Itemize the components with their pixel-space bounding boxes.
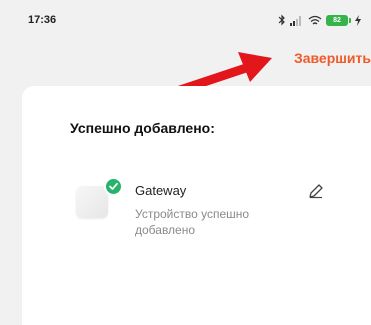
status-bar: 17:36 82 bbox=[0, 0, 371, 40]
battery-level: 82 bbox=[333, 16, 341, 24]
status-icons: 82 bbox=[278, 12, 361, 28]
wifi-icon bbox=[308, 15, 322, 26]
device-status: Устройство успешно добавлено bbox=[135, 207, 250, 237]
charging-icon bbox=[355, 14, 361, 26]
status-time: 17:36 bbox=[28, 14, 57, 26]
device-name: Gateway bbox=[135, 183, 187, 198]
card-title: Успешно добавлено: bbox=[70, 120, 215, 136]
gateway-device-icon bbox=[76, 186, 108, 218]
finish-button[interactable]: Завершить bbox=[294, 50, 371, 66]
device-added-card: Успешно добавлено: Gateway Устройство ус… bbox=[22, 86, 371, 325]
edit-pencil-icon[interactable] bbox=[307, 182, 325, 200]
battery-icon: 82 bbox=[326, 14, 351, 26]
signal-icon bbox=[290, 15, 304, 26]
check-badge-icon bbox=[104, 177, 123, 196]
bluetooth-icon bbox=[278, 14, 286, 26]
